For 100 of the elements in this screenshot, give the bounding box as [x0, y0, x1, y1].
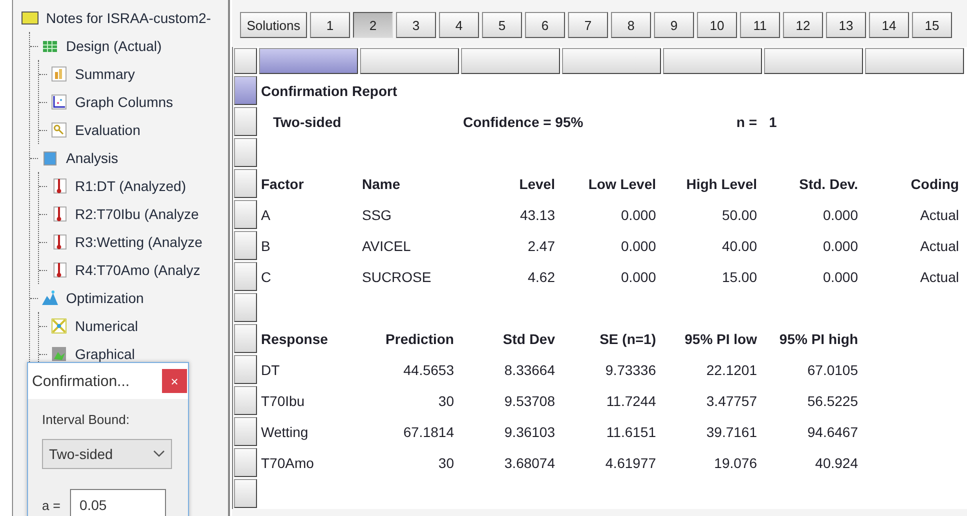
column-header[interactable]	[663, 48, 762, 74]
tree-item[interactable]: Evaluation	[75, 122, 140, 138]
solution-tab[interactable]: 11	[740, 12, 780, 38]
solution-tab[interactable]: 15	[912, 12, 952, 38]
tree-item[interactable]: R2:T70Ibu (Analyze	[75, 206, 199, 222]
tree-item[interactable]: Notes for ISRAA-custom2-	[46, 10, 211, 26]
column-header[interactable]	[865, 48, 964, 74]
table-cell-text: C	[260, 268, 272, 286]
table-cell-text: DT	[260, 360, 281, 380]
solution-tab[interactable]: 10	[697, 12, 737, 38]
solution-tab[interactable]: 9	[654, 12, 694, 38]
dialog-title: Confirmation...	[32, 372, 130, 390]
key-icon	[50, 121, 68, 139]
notepad-icon	[21, 9, 39, 27]
tree-item[interactable]: Analysis	[66, 150, 118, 166]
row-header[interactable]	[234, 448, 257, 477]
scatter-plot-icon	[50, 93, 68, 111]
n-label: n =	[735, 112, 758, 132]
table-cell-text: 94.6467	[806, 422, 859, 442]
row-header[interactable]	[234, 107, 257, 136]
table-cell-text: T70Amo	[260, 454, 315, 472]
solution-tab[interactable]: 8	[611, 12, 651, 38]
table-cell-text: A	[260, 206, 272, 224]
table-cell-text: 19.076	[713, 454, 758, 472]
target-icon	[50, 317, 68, 335]
report-title: Confirmation Report	[260, 82, 398, 101]
chevron-down-icon	[153, 450, 165, 458]
column-heading: Name	[361, 174, 402, 194]
document-icon	[41, 149, 59, 167]
table-cell-text: T70Ibu	[260, 392, 306, 410]
table-cell-text: 56.5225	[806, 392, 859, 410]
table-cell-text: 0.000	[620, 236, 657, 256]
corner-header[interactable]	[234, 48, 257, 74]
table-cell-text: 2.47	[526, 236, 556, 256]
solution-tab[interactable]: 4	[439, 12, 479, 38]
column-heading: 95% PI high	[778, 330, 859, 349]
row-header[interactable]	[234, 231, 257, 260]
confidence-text: Confidence = 95%	[462, 112, 584, 132]
table-cell-text: 30	[437, 392, 455, 410]
solution-tab[interactable]: 3	[396, 12, 436, 38]
solution-tab[interactable]: 2	[353, 12, 393, 38]
table-cell-text: 50.00	[720, 206, 758, 224]
row-header[interactable]	[234, 262, 257, 291]
column-header[interactable]	[360, 48, 459, 74]
mountain-icon	[41, 289, 59, 307]
solution-tab[interactable]: 14	[869, 12, 909, 38]
column-heading: Std Dev	[502, 330, 556, 348]
alpha-field[interactable]: 0.05	[70, 489, 166, 516]
column-heading: Prediction	[384, 330, 455, 348]
close-button[interactable]: ×	[162, 369, 187, 393]
field-label: a =	[42, 498, 60, 512]
column-heading: SE (n=1)	[598, 330, 657, 349]
row-header[interactable]	[234, 76, 257, 105]
tree-item[interactable]: Optimization	[66, 290, 144, 306]
tree-item[interactable]: Summary	[75, 66, 135, 82]
tree-item[interactable]: R3:Wetting (Analyze	[75, 234, 202, 250]
n-value: 1	[768, 112, 778, 132]
solution-tab[interactable]: 6	[525, 12, 565, 38]
table-cell-text: 40.924	[814, 454, 859, 472]
column-header[interactable]	[259, 48, 358, 74]
row-header[interactable]	[234, 417, 257, 446]
row-header[interactable]	[234, 293, 257, 322]
solutions-button[interactable]: Solutions	[240, 12, 307, 38]
column-header[interactable]	[764, 48, 863, 74]
row-header[interactable]	[234, 169, 257, 198]
solution-tab[interactable]: 1	[310, 12, 350, 38]
table-cell-text: 15.00	[720, 268, 758, 286]
solution-tab[interactable]: 7	[568, 12, 608, 38]
tree-item[interactable]: Numerical	[75, 318, 138, 334]
column-heading: Response	[260, 330, 329, 349]
row-header[interactable]	[234, 138, 257, 167]
tree-item[interactable]: Graph Columns	[75, 94, 174, 110]
table-cell-text: 0.000	[822, 206, 859, 224]
row-header[interactable]	[234, 355, 257, 384]
table-cell-text: Actual	[919, 268, 960, 286]
table-cell-text: SUCROSE	[361, 268, 432, 286]
table-cell-text: 11.6151	[605, 422, 657, 442]
row-header[interactable]	[234, 479, 257, 508]
row-header[interactable]	[234, 324, 257, 353]
column-header[interactable]	[461, 48, 560, 74]
table-cell-text: 0.000	[822, 268, 859, 286]
table-cell-text: 0.000	[822, 236, 859, 256]
tree-item[interactable]: Design (Actual)	[66, 38, 162, 54]
column-heading: 95% PI low	[684, 330, 758, 348]
table-cell-text: 22.1201	[705, 360, 758, 380]
table-cell-text: Actual	[919, 206, 960, 224]
solution-tab[interactable]: 13	[826, 12, 866, 38]
solution-tab[interactable]: 12	[783, 12, 823, 38]
row-header[interactable]	[234, 386, 257, 415]
tree-item[interactable]: R1:DT (Analyzed)	[75, 178, 186, 194]
solution-tab[interactable]: 5	[482, 12, 522, 38]
column-heading: Level	[518, 174, 556, 194]
column-header[interactable]	[562, 48, 661, 74]
tree-item[interactable]: R4:T70Amo (Analyz	[75, 262, 200, 278]
table-cell-text: 3.68074	[503, 454, 556, 472]
table-cell-text: 30	[437, 454, 455, 472]
row-header[interactable]	[234, 200, 257, 229]
tree-item[interactable]: Graphical	[75, 346, 135, 362]
table-cell-text: 67.1814	[402, 422, 455, 442]
interval-dropdown[interactable]: Two-sided	[42, 439, 172, 469]
